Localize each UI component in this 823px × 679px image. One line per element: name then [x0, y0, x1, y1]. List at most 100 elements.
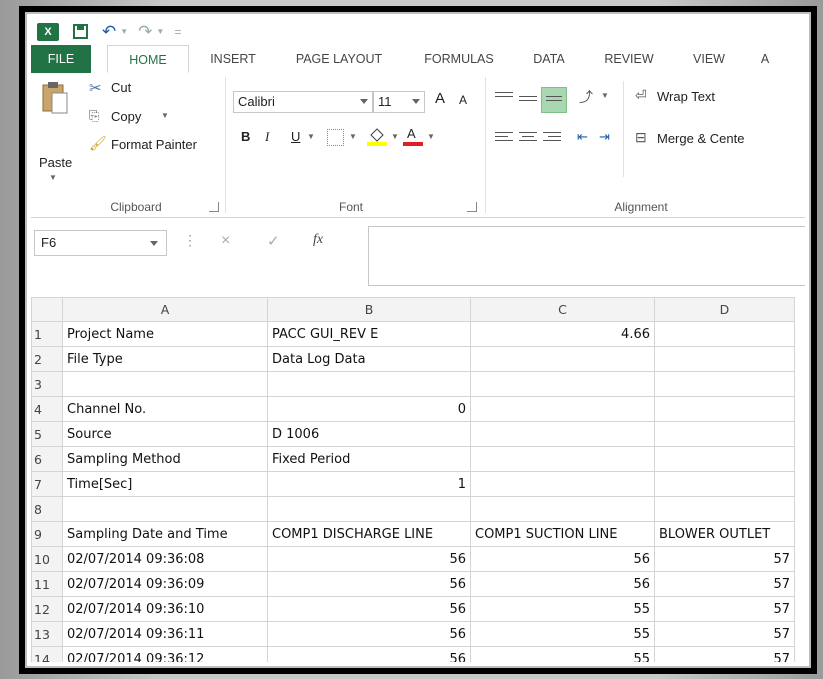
align-right-icon[interactable] — [543, 129, 561, 143]
cell-b[interactable]: D 1006 — [267, 421, 471, 447]
orientation-dropdown-icon[interactable]: ▼ — [601, 91, 609, 100]
cell-d[interactable] — [654, 396, 795, 422]
tab-view[interactable]: VIEW — [679, 45, 739, 73]
cell-b[interactable]: 1 — [267, 471, 471, 497]
cell-c[interactable] — [470, 396, 655, 422]
borders-icon[interactable] — [327, 129, 344, 146]
align-center-icon[interactable] — [519, 129, 537, 143]
row-header[interactable]: 12 — [31, 596, 63, 622]
cell-b[interactable]: 0 — [267, 396, 471, 422]
cell-d[interactable]: 57 — [654, 571, 795, 597]
merge-center-button[interactable]: Merge & Cente — [657, 131, 744, 146]
cell-d[interactable]: BLOWER OUTLET — [654, 521, 795, 547]
row-header[interactable]: 6 — [31, 446, 63, 472]
cell-c[interactable] — [470, 446, 655, 472]
cell-b[interactable]: COMP1 DISCHARGE LINE — [267, 521, 471, 547]
row-header[interactable]: 8 — [31, 496, 63, 522]
cell-d[interactable] — [654, 371, 795, 397]
cell-b[interactable]: Fixed Period — [267, 446, 471, 472]
tab-overflow[interactable]: A — [755, 45, 775, 73]
wrap-text-button[interactable]: Wrap Text — [657, 89, 715, 104]
paste-dropdown-icon[interactable]: ▼ — [49, 173, 57, 182]
shrink-font-button[interactable]: A — [459, 93, 467, 107]
select-all-corner[interactable] — [31, 297, 63, 322]
grow-font-button[interactable]: A — [435, 90, 445, 107]
top-align-icon[interactable] — [495, 89, 513, 103]
cell-a[interactable]: Channel No. — [62, 396, 268, 422]
cell-b[interactable]: 56 — [267, 546, 471, 572]
cell-b[interactable]: 56 — [267, 646, 471, 662]
cell-c[interactable]: 56 — [470, 571, 655, 597]
tab-data[interactable]: DATA — [521, 45, 577, 73]
row-header[interactable]: 3 — [31, 371, 63, 397]
cell-a[interactable]: File Type — [62, 346, 268, 372]
row-header[interactable]: 9 — [31, 521, 63, 547]
cell-b[interactable] — [267, 371, 471, 397]
cell-a[interactable]: Sampling Date and Time — [62, 521, 268, 547]
column-header[interactable]: B — [267, 297, 471, 322]
align-left-icon[interactable] — [495, 129, 513, 143]
redo-icon[interactable]: ↷ — [138, 22, 152, 42]
cell-d[interactable]: 57 — [654, 621, 795, 647]
format-painter-button[interactable]: Format Painter — [111, 137, 197, 152]
font-color-button[interactable]: A — [403, 125, 423, 147]
tab-home[interactable]: HOME — [107, 45, 189, 73]
row-header[interactable]: 5 — [31, 421, 63, 447]
italic-button[interactable]: I — [265, 129, 269, 145]
cell-d[interactable] — [654, 471, 795, 497]
cell-a[interactable] — [62, 496, 268, 522]
save-icon[interactable] — [73, 24, 88, 39]
cell-d[interactable] — [654, 496, 795, 522]
insert-function-button[interactable]: fx — [313, 232, 323, 248]
cell-c[interactable] — [470, 421, 655, 447]
paste-icon[interactable] — [41, 81, 69, 115]
row-header[interactable]: 13 — [31, 621, 63, 647]
cell-a[interactable]: Project Name — [62, 321, 268, 347]
column-header[interactable]: C — [470, 297, 655, 322]
cell-a[interactable]: 02/07/2014 09:36:12 — [62, 646, 268, 662]
cell-b[interactable]: Data Log Data — [267, 346, 471, 372]
row-header[interactable]: 2 — [31, 346, 63, 372]
row-header[interactable]: 7 — [31, 471, 63, 497]
orientation-icon[interactable]: ⤴ — [579, 87, 593, 107]
cell-d[interactable] — [654, 446, 795, 472]
cell-d[interactable]: 57 — [654, 646, 795, 662]
column-header[interactable]: D — [654, 297, 795, 322]
row-header[interactable]: 11 — [31, 571, 63, 597]
cell-b[interactable] — [267, 496, 471, 522]
cell-b[interactable]: PACC GUI_REV E — [267, 321, 471, 347]
cell-c[interactable] — [470, 471, 655, 497]
tab-review[interactable]: REVIEW — [593, 45, 665, 73]
cell-d[interactable] — [654, 421, 795, 447]
underline-button[interactable]: U — [291, 129, 300, 144]
cell-c[interactable]: 55 — [470, 596, 655, 622]
cell-a[interactable]: Source — [62, 421, 268, 447]
redo-dropdown-icon[interactable]: ▼ — [156, 22, 164, 42]
cell-a[interactable]: 02/07/2014 09:36:10 — [62, 596, 268, 622]
cell-a[interactable]: 02/07/2014 09:36:08 — [62, 546, 268, 572]
bottom-align-icon[interactable] — [541, 87, 567, 113]
cell-c[interactable] — [470, 346, 655, 372]
cell-d[interactable]: 57 — [654, 596, 795, 622]
cell-d[interactable]: 57 — [654, 546, 795, 572]
name-box[interactable]: F6 — [34, 230, 167, 256]
font-size-select[interactable]: 11 — [373, 91, 425, 113]
tab-formulas[interactable]: FORMULAS — [411, 45, 507, 73]
column-header[interactable]: A — [62, 297, 268, 322]
clipboard-launcher-icon[interactable] — [209, 202, 219, 212]
tab-page-layout[interactable]: PAGE LAYOUT — [283, 45, 395, 73]
borders-dropdown-icon[interactable]: ▼ — [349, 132, 357, 141]
cut-button[interactable]: Cut — [111, 80, 131, 95]
font-name-select[interactable]: Calibri — [233, 91, 373, 113]
font-launcher-icon[interactable] — [467, 202, 477, 212]
cell-c[interactable]: COMP1 SUCTION LINE — [470, 521, 655, 547]
customize-qat-icon[interactable]: = — [174, 22, 181, 42]
cell-c[interactable]: 55 — [470, 646, 655, 662]
row-header[interactable]: 1 — [31, 321, 63, 347]
cell-a[interactable]: 02/07/2014 09:36:11 — [62, 621, 268, 647]
cell-c[interactable]: 56 — [470, 546, 655, 572]
undo-icon[interactable]: ↶ — [102, 22, 116, 42]
cell-b[interactable]: 56 — [267, 571, 471, 597]
cell-d[interactable] — [654, 346, 795, 372]
cell-a[interactable] — [62, 371, 268, 397]
